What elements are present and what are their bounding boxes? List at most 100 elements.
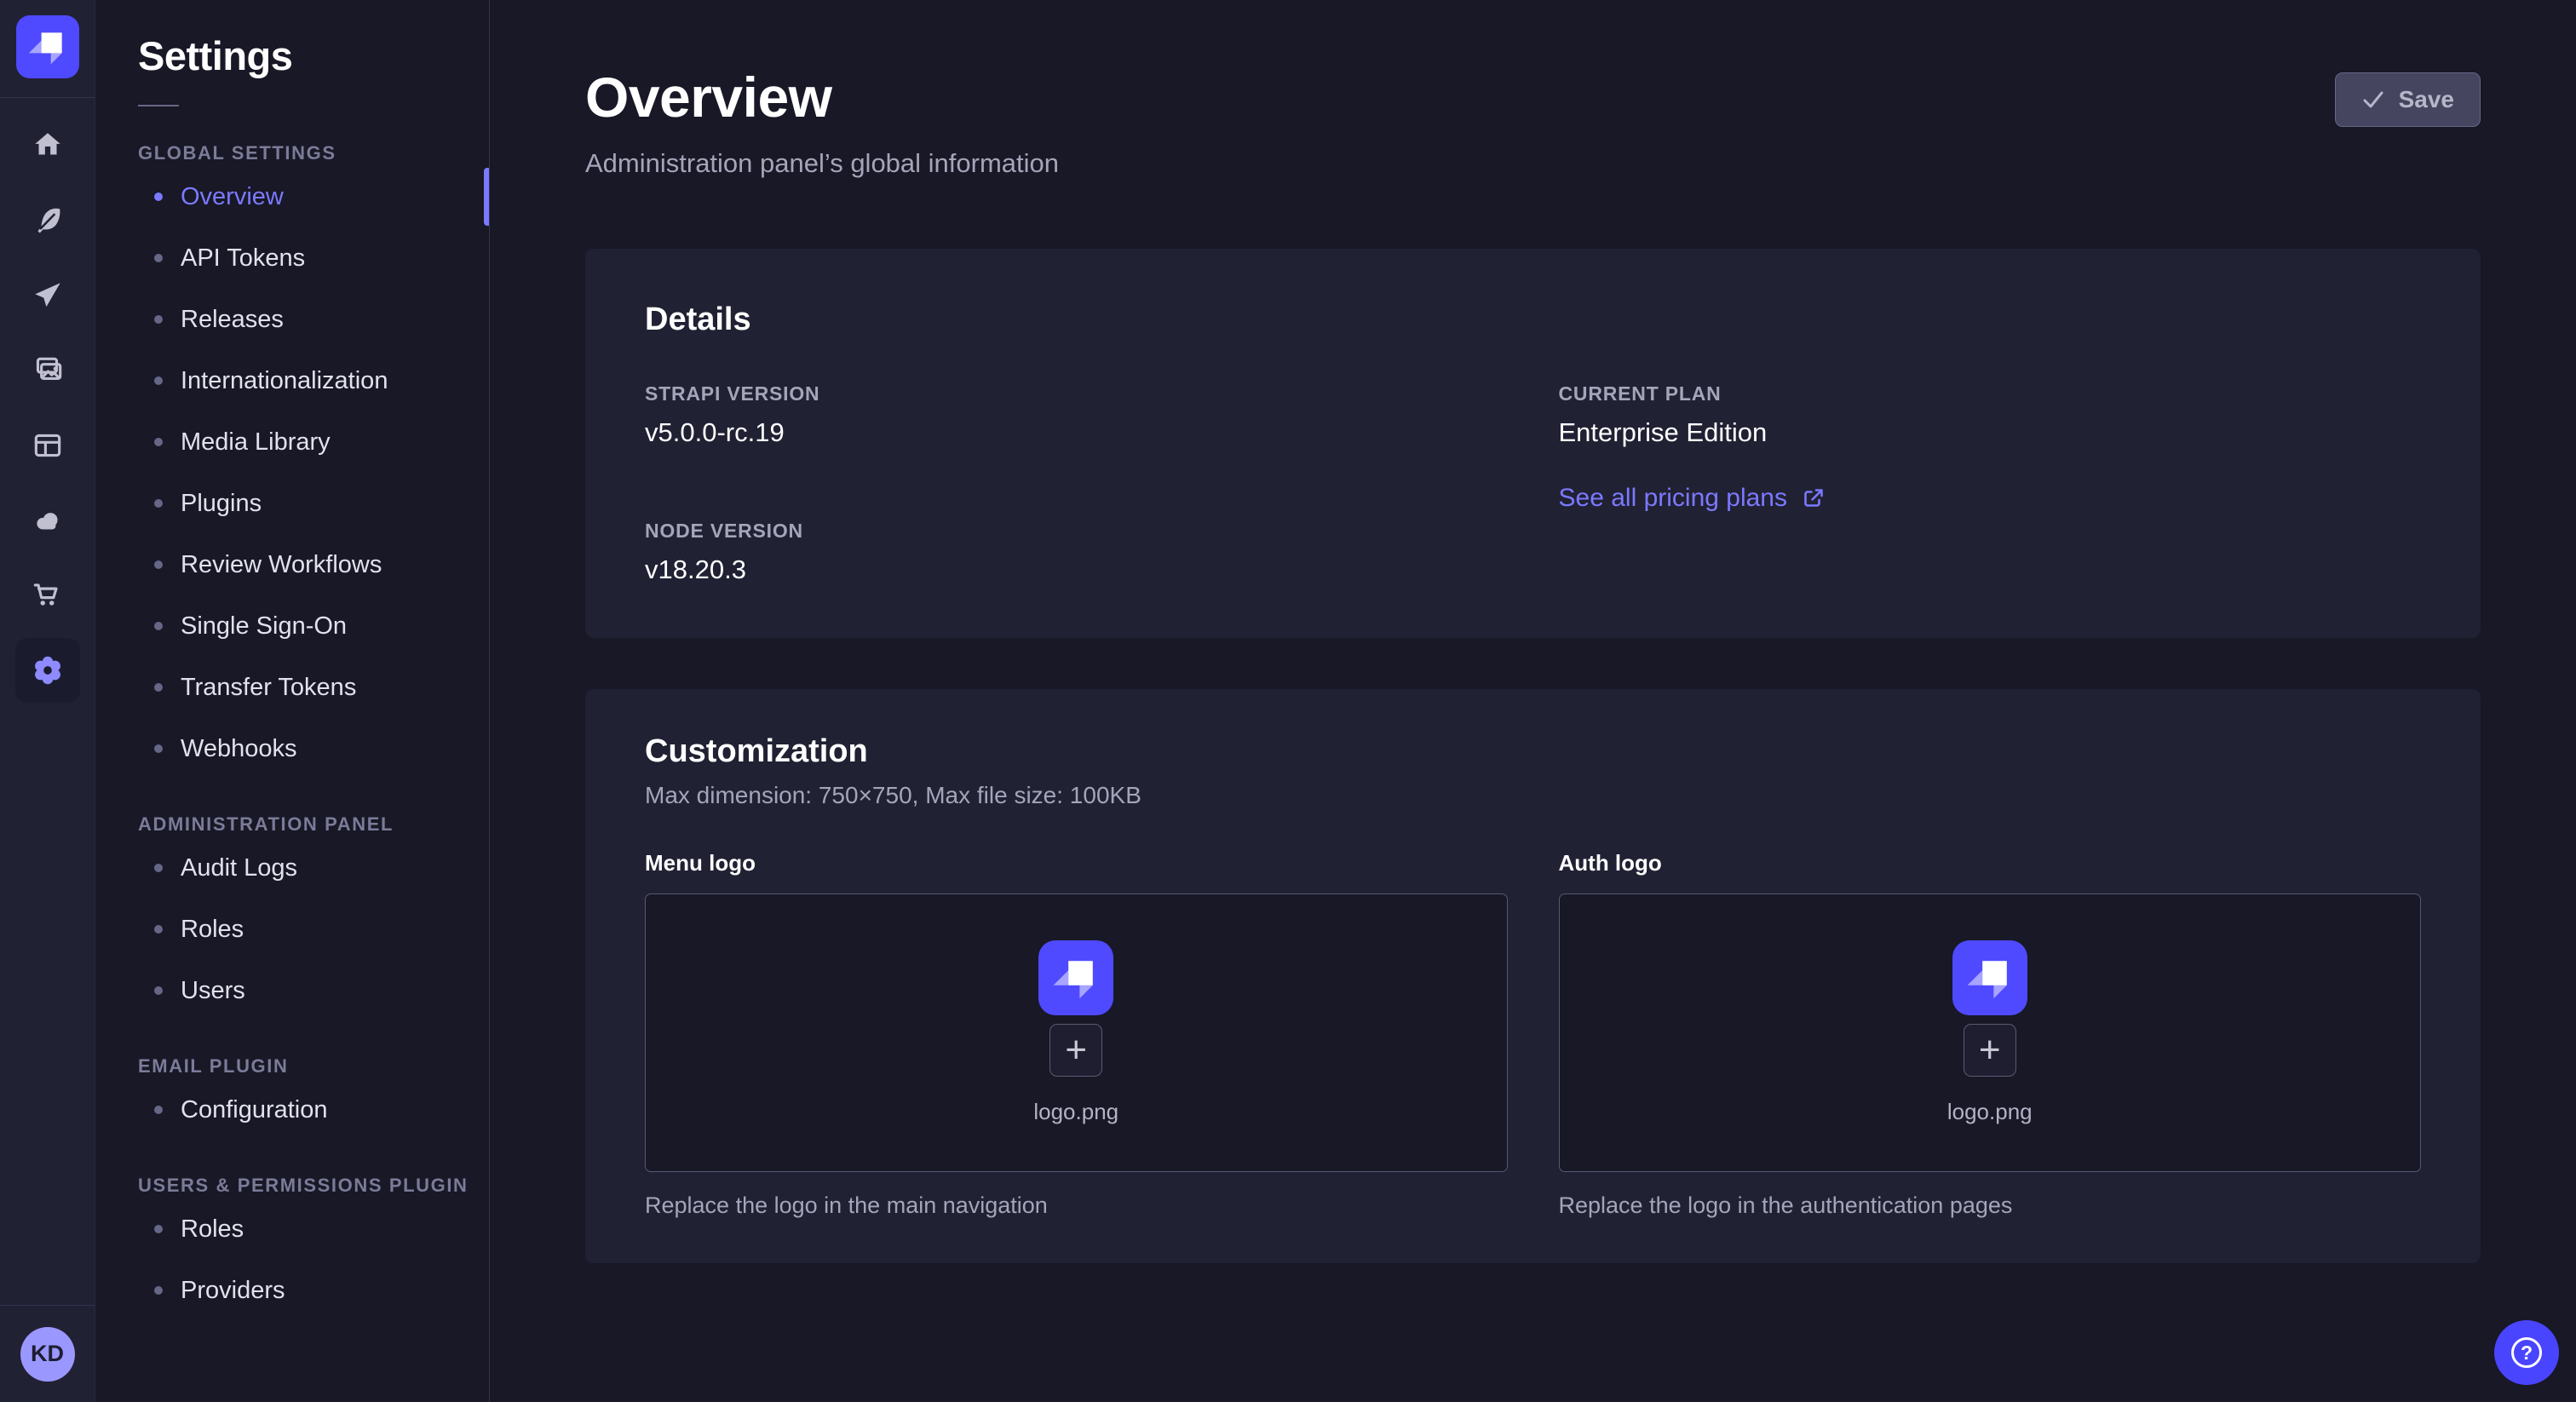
details-card: Details STRAPI VERSION v5.0.0-rc.19 NODE… [585, 249, 2481, 638]
bullet-icon [154, 622, 163, 630]
section-administration-panel: ADMINISTRATION PANEL [95, 813, 489, 836]
brand-logo-wrap [0, 0, 95, 98]
strapi-version-field: STRAPI VERSION v5.0.0-rc.19 [645, 382, 1508, 448]
cart-icon [30, 577, 66, 613]
section-global-settings: GLOBAL SETTINGS [95, 142, 489, 164]
bullet-icon [154, 438, 163, 446]
section-users-permissions-plugin: USERS & PERMISSIONS PLUGIN [95, 1175, 489, 1197]
bullet-icon [154, 1286, 163, 1295]
gear-icon [30, 652, 66, 688]
bullet-icon [154, 499, 163, 508]
strapi-logo-preview [1038, 940, 1113, 1015]
main-nav-rail: KD [0, 0, 95, 1402]
nav-content-builder[interactable] [0, 183, 95, 258]
main-content: Overview Administration panel’s global i… [490, 0, 2576, 1402]
nav-media-library[interactable] [0, 333, 95, 408]
bullet-icon [154, 683, 163, 692]
current-plan-field: CURRENT PLAN Enterprise Edition [1559, 382, 2422, 448]
auth-logo-label: Auth logo [1559, 850, 2422, 876]
home-icon [30, 128, 66, 164]
page-subtitle: Administration panel’s global informatio… [585, 148, 1059, 179]
customization-subtitle: Max dimension: 750×750, Max file size: 1… [645, 782, 2421, 809]
subnav-item-transfer-tokens[interactable]: Transfer Tokens [95, 657, 489, 718]
nav-settings[interactable] [0, 633, 95, 708]
rail-icon-list [0, 98, 95, 708]
section-email-plugin: EMAIL PLUGIN [95, 1055, 489, 1077]
subnav-item-webhooks[interactable]: Webhooks [95, 718, 489, 779]
details-right-column: CURRENT PLAN Enterprise Edition See all … [1559, 382, 2422, 585]
bullet-icon [154, 925, 163, 934]
menu-logo-label: Menu logo [645, 850, 1508, 876]
auth-logo-filename: logo.png [1947, 1099, 2033, 1125]
bullet-icon [154, 1225, 163, 1233]
details-title: Details [645, 302, 2421, 338]
subnav-item-admin-users[interactable]: Users [95, 960, 489, 1021]
pricing-plans-link[interactable]: See all pricing plans [1559, 484, 1827, 513]
settings-subnav: Settings GLOBAL SETTINGS Overview API To… [95, 0, 490, 1402]
nav-deploy[interactable] [0, 483, 95, 558]
administration-panel-list: Audit Logs Roles Users [95, 837, 489, 1021]
subnav-item-api-tokens[interactable]: API Tokens [95, 227, 489, 289]
subnav-item-email-configuration[interactable]: Configuration [95, 1079, 489, 1141]
customization-card: Customization Max dimension: 750×750, Ma… [585, 689, 2481, 1263]
logo-upload-grid: Menu logo + logo.png Replace the logo in… [645, 850, 2421, 1219]
nav-content-manager[interactable] [0, 408, 95, 483]
bullet-icon [154, 1106, 163, 1114]
menu-logo-hint: Replace the logo in the main navigation [645, 1192, 1508, 1219]
nav-releases[interactable] [0, 258, 95, 333]
subnav-item-media-library[interactable]: Media Library [95, 411, 489, 473]
bullet-icon [154, 192, 163, 201]
auth-logo-hint: Replace the logo in the authentication p… [1559, 1192, 2422, 1219]
subnav-item-internationalization[interactable]: Internationalization [95, 350, 489, 411]
users-permissions-list: Roles Providers [95, 1198, 489, 1321]
help-button[interactable]: ? [2494, 1320, 2559, 1385]
feather-icon [30, 203, 66, 238]
add-auth-logo-button[interactable]: + [1964, 1024, 2016, 1077]
subnav-item-plugins[interactable]: Plugins [95, 473, 489, 534]
avatar[interactable]: KD [20, 1327, 75, 1382]
bullet-icon [154, 254, 163, 262]
subnav-item-up-roles[interactable]: Roles [95, 1198, 489, 1260]
subnav-divider [138, 105, 179, 106]
nav-marketplace[interactable] [0, 558, 95, 633]
details-left-column: STRAPI VERSION v5.0.0-rc.19 NODE VERSION… [645, 382, 1508, 585]
layout-icon [30, 428, 66, 463]
customization-title: Customization [645, 733, 2421, 770]
save-button[interactable]: Save [2335, 72, 2481, 127]
nav-home[interactable] [0, 108, 95, 183]
menu-logo-filename: logo.png [1033, 1099, 1118, 1125]
strapi-logo-preview [1952, 940, 2027, 1015]
menu-logo-dropzone[interactable]: + logo.png [645, 893, 1508, 1172]
bullet-icon [154, 744, 163, 753]
bullet-icon [154, 315, 163, 324]
images-icon [30, 353, 66, 388]
subnav-item-audit-logs[interactable]: Audit Logs [95, 837, 489, 899]
settings-active-button[interactable] [15, 638, 80, 703]
page-header: Overview Administration panel’s global i… [585, 0, 2481, 179]
checkmark-icon [2361, 88, 2385, 112]
send-icon [30, 278, 66, 313]
email-plugin-list: Configuration [95, 1079, 489, 1141]
subnav-item-releases[interactable]: Releases [95, 289, 489, 350]
subnav-title: Settings [95, 0, 489, 79]
auth-logo-field: Auth logo + logo.png Replace the logo in… [1559, 850, 2422, 1219]
cloud-icon [30, 503, 66, 538]
external-link-icon [1801, 486, 1826, 511]
subnav-item-review-workflows[interactable]: Review Workflows [95, 534, 489, 595]
page-title: Overview [585, 65, 1059, 129]
details-grid: STRAPI VERSION v5.0.0-rc.19 NODE VERSION… [645, 382, 2421, 585]
rail-user-section: KD [0, 1305, 95, 1402]
bullet-icon [154, 864, 163, 872]
subnav-item-admin-roles[interactable]: Roles [95, 899, 489, 960]
strapi-logo[interactable] [16, 15, 79, 78]
subnav-item-single-sign-on[interactable]: Single Sign-On [95, 595, 489, 657]
subnav-item-overview[interactable]: Overview [95, 166, 489, 227]
bullet-icon [154, 376, 163, 385]
add-menu-logo-button[interactable]: + [1049, 1024, 1102, 1077]
global-settings-list: Overview API Tokens Releases Internation… [95, 166, 489, 779]
auth-logo-dropzone[interactable]: + logo.png [1559, 893, 2422, 1172]
node-version-field: NODE VERSION v18.20.3 [645, 520, 1508, 585]
bullet-icon [154, 560, 163, 569]
question-mark-icon: ? [2511, 1337, 2542, 1368]
subnav-item-up-providers[interactable]: Providers [95, 1260, 489, 1321]
